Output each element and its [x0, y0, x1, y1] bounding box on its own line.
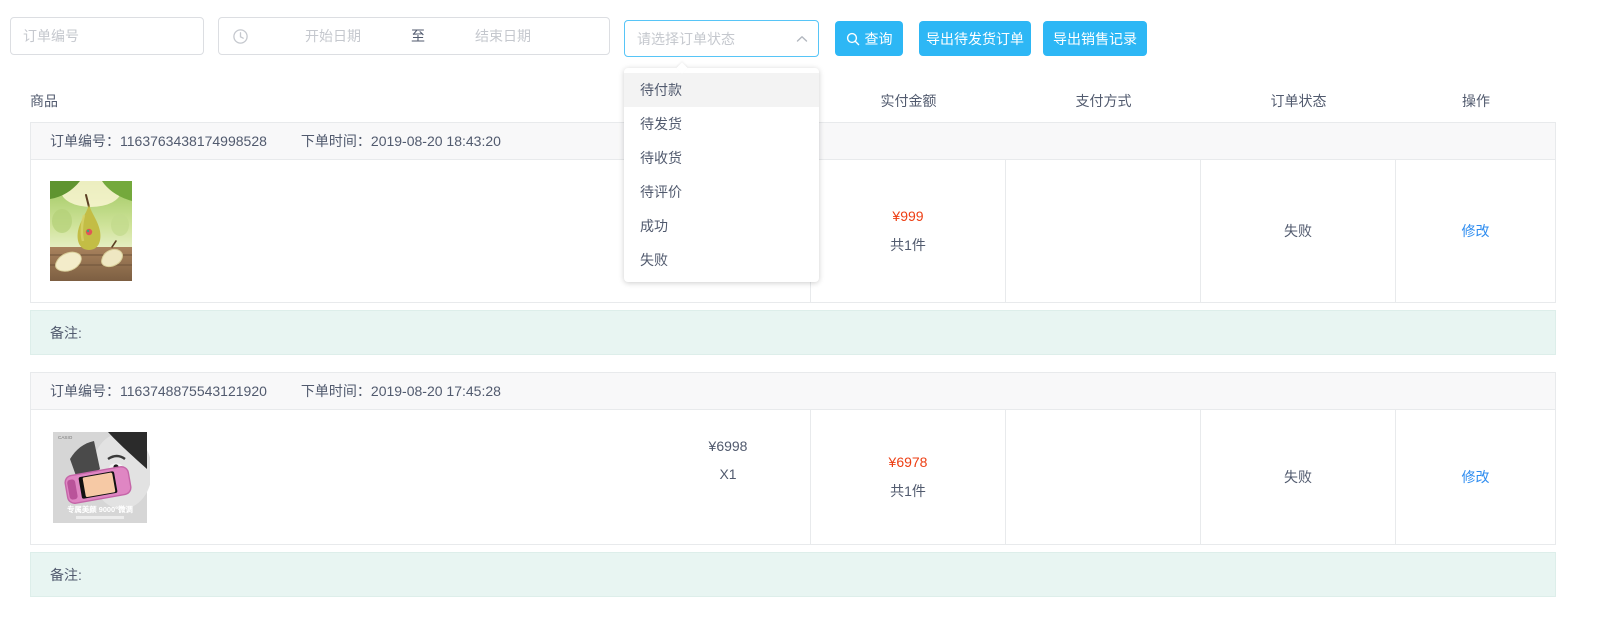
unit-quantity: X1 — [668, 460, 788, 488]
action-cell: 修改 — [1395, 410, 1555, 544]
header-pay-method: 支付方式 — [1006, 91, 1201, 111]
paid-amount: ¥999 — [892, 208, 923, 224]
pear-product-image — [50, 181, 132, 281]
status-dropdown-panel: 待付款 待发货 待收货 待评价 成功 失败 — [624, 68, 819, 282]
remark-label: 备注: — [50, 565, 82, 585]
camera-product-image: CASIO 专属美颜 9000°微调 — [50, 429, 150, 526]
paid-amount-cell: ¥999 共1件 — [810, 160, 1005, 302]
export-pending-label: 导出待发货订单 — [926, 29, 1024, 49]
unit-price-block: ¥6998 X1 — [668, 432, 788, 488]
order-time-label: 下单时间：2019-08-20 17:45:28 — [301, 381, 501, 401]
order-status-cell: 失败 — [1200, 160, 1395, 302]
header-action: 操作 — [1396, 91, 1556, 111]
order-status-cell: 失败 — [1200, 410, 1395, 544]
paid-count: 共1件 — [890, 235, 926, 255]
status-option-failed[interactable]: 失败 — [624, 243, 819, 277]
export-sales-records-button[interactable]: 导出销售记录 — [1043, 21, 1147, 56]
camera-caption-text: 专属美颜 9000°微调 — [67, 505, 133, 514]
paid-amount-cell: ¥6978 共1件 — [810, 410, 1005, 544]
export-sales-label: 导出销售记录 — [1053, 29, 1137, 49]
remark-label: 备注: — [50, 323, 82, 343]
status-option-pending-shipment[interactable]: 待发货 — [624, 107, 819, 141]
order-status: 失败 — [1284, 467, 1312, 487]
status-option-pending-payment[interactable]: 待付款 — [624, 73, 819, 107]
end-date-input[interactable] — [431, 28, 575, 44]
search-button-label: 查询 — [865, 29, 893, 49]
status-option-pending-receipt[interactable]: 待收货 — [624, 141, 819, 175]
start-date-input[interactable] — [261, 28, 405, 44]
camera-brand-text: CASIO — [58, 435, 73, 440]
order-status: 失败 — [1284, 221, 1312, 241]
pay-method-cell — [1005, 160, 1200, 302]
unit-price: ¥6998 — [668, 432, 788, 460]
date-range-picker[interactable]: 至 — [218, 17, 610, 55]
order-time-label: 下单时间：2019-08-20 18:43:20 — [301, 131, 501, 151]
order-remark-row: 备注: — [30, 310, 1556, 355]
product-cell: CASIO 专属美颜 9000°微调 ¥6998 X1 — [31, 410, 810, 544]
chevron-up-icon — [796, 35, 808, 43]
clock-icon — [219, 29, 261, 44]
date-separator-label: 至 — [405, 26, 431, 46]
order-management-page: 至 请选择订单状态 查询 导出待发货订单 导出销售记录 商品 实付金额 支付方式… — [0, 0, 1603, 621]
order-card-body: CASIO 专属美颜 9000°微调 ¥6998 X1 ¥6978 共1件 失败 — [30, 410, 1556, 545]
edit-order-link[interactable]: 修改 — [1462, 467, 1490, 487]
header-order-status: 订单状态 — [1201, 91, 1396, 111]
paid-amount: ¥6978 — [889, 454, 928, 470]
order-card: 订单编号：1163748875543121920 下单时间：2019-08-20… — [30, 372, 1556, 597]
header-paid-amount: 实付金额 — [811, 91, 1006, 111]
order-number-label: 订单编号：1163748875543121920 — [50, 381, 267, 401]
search-button[interactable]: 查询 — [835, 21, 903, 56]
order-number-input[interactable] — [10, 17, 204, 55]
export-pending-orders-button[interactable]: 导出待发货订单 — [919, 21, 1031, 56]
order-remark-row: 备注: — [30, 552, 1556, 597]
status-option-success[interactable]: 成功 — [624, 209, 819, 243]
order-status-select[interactable]: 请选择订单状态 — [624, 20, 819, 57]
status-option-pending-review[interactable]: 待评价 — [624, 175, 819, 209]
status-select-placeholder: 请选择订单状态 — [637, 29, 735, 49]
paid-count: 共1件 — [890, 481, 926, 501]
order-number-label: 订单编号：1163763438174998528 — [50, 131, 267, 151]
search-icon — [846, 32, 860, 46]
edit-order-link[interactable]: 修改 — [1462, 221, 1490, 241]
action-cell: 修改 — [1395, 160, 1555, 302]
pay-method-cell — [1005, 410, 1200, 544]
order-card-header: 订单编号：1163748875543121920 下单时间：2019-08-20… — [30, 372, 1556, 410]
